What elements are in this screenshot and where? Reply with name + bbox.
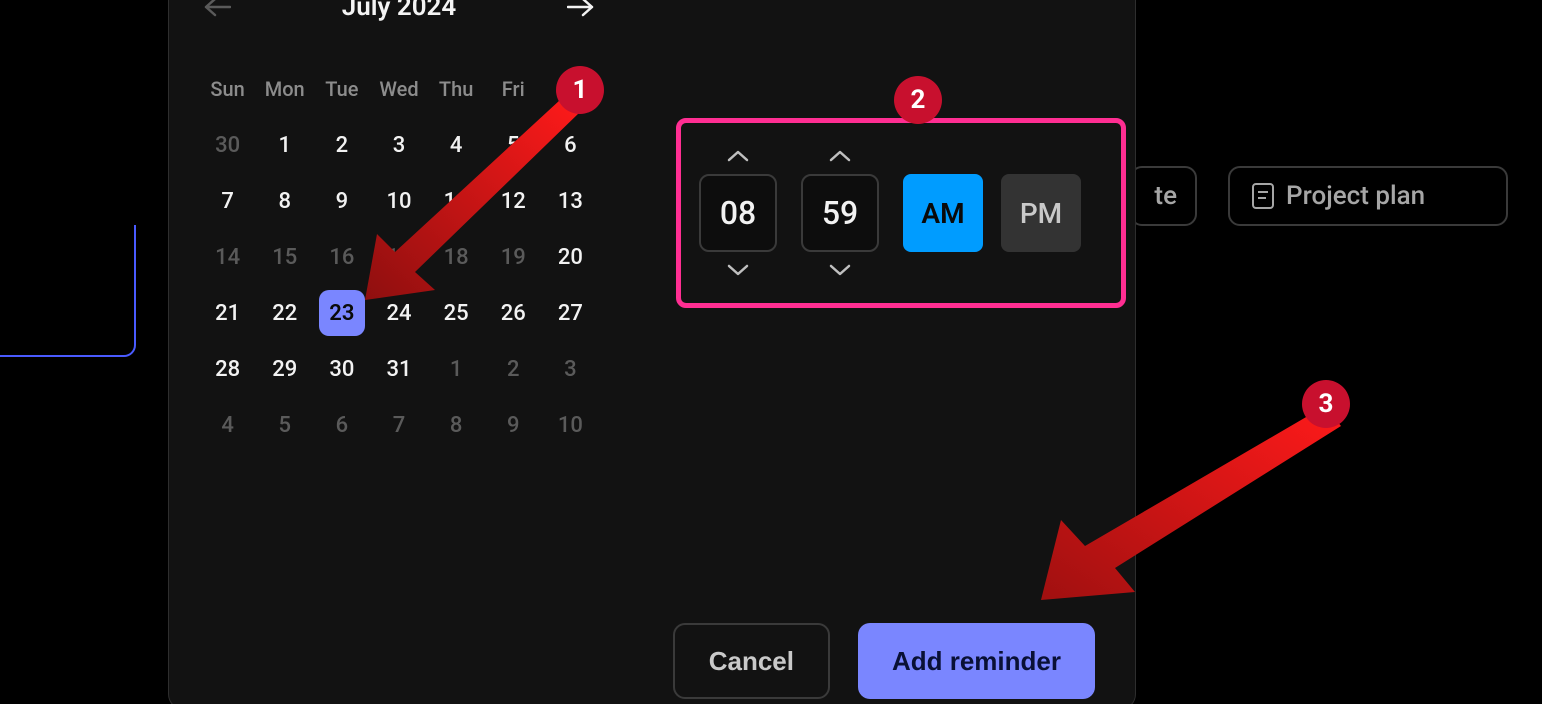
- calendar-week-row: 78910111213: [199, 173, 599, 229]
- calendar-day[interactable]: 30: [199, 117, 256, 173]
- prev-month-button[interactable]: [199, 0, 235, 25]
- calendar-day[interactable]: 10: [542, 397, 599, 453]
- calendar-day[interactable]: 2: [485, 341, 542, 397]
- pm-button[interactable]: PM: [1001, 174, 1081, 252]
- weekday-header: Thu: [428, 67, 485, 117]
- calendar-header: July 2024: [199, 0, 599, 25]
- calendar-day[interactable]: 2: [313, 117, 370, 173]
- calendar-day[interactable]: 20: [542, 229, 599, 285]
- note-icon: [1252, 183, 1274, 209]
- calendar-day[interactable]: 3: [370, 117, 427, 173]
- calendar-day[interactable]: 31: [370, 341, 427, 397]
- calendar-day[interactable]: 6: [542, 117, 599, 173]
- next-month-button[interactable]: [563, 0, 599, 25]
- calendar-day[interactable]: 18: [428, 229, 485, 285]
- calendar-day[interactable]: 4: [199, 397, 256, 453]
- calendar-day[interactable]: 23: [313, 285, 370, 341]
- calendar-day[interactable]: 1: [428, 341, 485, 397]
- calendar-day[interactable]: 7: [370, 397, 427, 453]
- date-time-picker-dialog: July 2024 SunMonTueWedThuFriSat 30123456…: [168, 0, 1136, 704]
- calendar-day[interactable]: 9: [485, 397, 542, 453]
- calendar-day[interactable]: 12: [485, 173, 542, 229]
- add-reminder-button[interactable]: Add reminder: [858, 623, 1095, 699]
- arrow-right-icon: [567, 0, 595, 17]
- calendar-week-row: 21222324252627: [199, 285, 599, 341]
- weekday-header: Tue: [313, 67, 370, 117]
- hour-value[interactable]: 08: [699, 174, 777, 252]
- calendar-day[interactable]: 21: [199, 285, 256, 341]
- hour-down-button[interactable]: [726, 262, 750, 278]
- calendar-day[interactable]: 7: [199, 173, 256, 229]
- arrow-left-icon: [203, 0, 231, 17]
- calendar-day[interactable]: 27: [542, 285, 599, 341]
- calendar-grid: SunMonTueWedThuFriSat 301234567891011121…: [199, 67, 599, 453]
- calendar-week-row: 28293031123: [199, 341, 599, 397]
- weekday-header: Sun: [199, 67, 256, 117]
- calendar-day[interactable]: 5: [256, 397, 313, 453]
- calendar-day[interactable]: 5: [485, 117, 542, 173]
- calendar-day[interactable]: 22: [256, 285, 313, 341]
- calendar-day[interactable]: 26: [485, 285, 542, 341]
- ampm-toggle: AM PM: [903, 174, 1081, 252]
- dialog-footer: Cancel Add reminder: [673, 623, 1095, 699]
- background-chip-fragment: te: [1130, 166, 1197, 226]
- chip-fragment-text: te: [1154, 181, 1177, 211]
- annotation-badge-3: 3: [1302, 380, 1350, 428]
- weekday-header: Mon: [256, 67, 313, 117]
- calendar-day[interactable]: 19: [485, 229, 542, 285]
- minute-down-button[interactable]: [828, 262, 852, 278]
- weekday-header-row: SunMonTueWedThuFriSat: [199, 67, 599, 117]
- calendar-day[interactable]: 11: [428, 173, 485, 229]
- calendar-day[interactable]: 9: [313, 173, 370, 229]
- hour-up-button[interactable]: [726, 148, 750, 164]
- calendar-day[interactable]: 30: [313, 341, 370, 397]
- project-plan-chip[interactable]: Project plan: [1228, 166, 1508, 226]
- minute-spinner: 59: [801, 148, 879, 278]
- project-plan-label: Project plan: [1286, 181, 1425, 211]
- calendar-day[interactable]: 8: [256, 173, 313, 229]
- weekday-header: Wed: [370, 67, 427, 117]
- calendar-day[interactable]: 13: [542, 173, 599, 229]
- weekday-header: Fri: [485, 67, 542, 117]
- calendar-day[interactable]: 28: [199, 341, 256, 397]
- calendar-day[interactable]: 4: [428, 117, 485, 173]
- calendar-day[interactable]: 25: [428, 285, 485, 341]
- calendar-day[interactable]: 1: [256, 117, 313, 173]
- minute-up-button[interactable]: [828, 148, 852, 164]
- minute-value[interactable]: 59: [801, 174, 879, 252]
- month-year-label: July 2024: [342, 0, 457, 22]
- calendar-day[interactable]: 29: [256, 341, 313, 397]
- calendar-day[interactable]: 3: [542, 341, 599, 397]
- calendar-week-row: 45678910: [199, 397, 599, 453]
- weekday-header: Sat: [542, 67, 599, 117]
- calendar-day[interactable]: 8: [428, 397, 485, 453]
- calendar-day[interactable]: 6: [313, 397, 370, 453]
- calendar-day[interactable]: 14: [199, 229, 256, 285]
- time-picker: 08 59 AM PM: [676, 118, 1126, 308]
- calendar-day[interactable]: 15: [256, 229, 313, 285]
- calendar-day[interactable]: 17: [370, 229, 427, 285]
- calendar-day[interactable]: 24: [370, 285, 427, 341]
- background-panel-edge: [0, 225, 136, 357]
- calendar-week-row: 14151617181920: [199, 229, 599, 285]
- calendar-day[interactable]: 16: [313, 229, 370, 285]
- calendar-week-row: 30123456: [199, 117, 599, 173]
- hour-spinner: 08: [699, 148, 777, 278]
- calendar-day[interactable]: 10: [370, 173, 427, 229]
- am-button[interactable]: AM: [903, 174, 983, 252]
- cancel-button[interactable]: Cancel: [673, 623, 830, 699]
